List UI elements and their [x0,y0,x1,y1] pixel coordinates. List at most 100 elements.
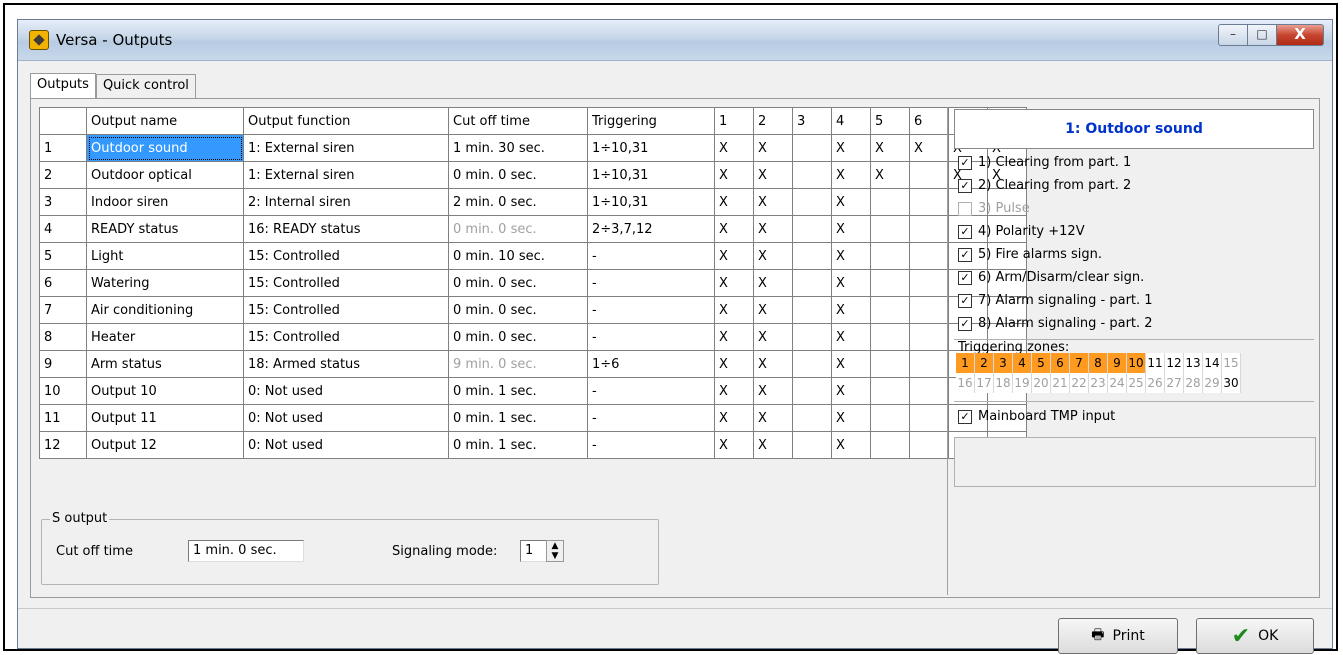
zone-cell[interactable]: 13 [1183,353,1203,373]
output-name-cell[interactable]: Output 11 [86,404,244,432]
option-checkbox[interactable]: ✓ [958,293,972,308]
output-function-cell[interactable]: 15: Controlled [243,323,449,351]
table-row[interactable]: 7 Air conditioning 15: Controlled 0 min. 0 … [39,296,1027,324]
zone-cell[interactable]: 9 [1107,353,1127,373]
option-5[interactable]: ✓ 5) Fire alarms sign. [958,247,1102,262]
zone-cell[interactable]: 6 [1050,353,1070,373]
partition-cell[interactable] [909,269,949,297]
partition-cell[interactable]: X [831,296,871,324]
partition-cell[interactable]: X [831,161,871,189]
output-function-cell[interactable]: 1: External siren [243,134,449,162]
triggering-cell[interactable]: 2÷3,7,12 [587,215,715,243]
partition-cell[interactable]: X [753,404,793,432]
row-number[interactable]: 6 [39,269,87,297]
partition-cell[interactable]: X [870,134,910,162]
cut-off-time-cell[interactable]: 0 min. 1 sec. [448,377,588,405]
partition-cell[interactable] [870,323,910,351]
row-number[interactable]: 2 [39,161,87,189]
partition-cell[interactable]: X [753,161,793,189]
partition-cell[interactable]: X [714,431,754,459]
table-row[interactable]: 9 Arm status 18: Armed status 9 min. 0 sec.… [39,350,1027,378]
option-checkbox[interactable]: ✓ [958,247,972,262]
partition-cell[interactable] [909,215,949,243]
output-function-cell[interactable]: 0: Not used [243,404,449,432]
cut-off-time-cell[interactable]: 0 min. 0 sec. [448,296,588,324]
partition-cell[interactable] [792,431,832,459]
partition-cell[interactable]: X [714,242,754,270]
partition-cell[interactable] [792,215,832,243]
partition-cell[interactable] [870,404,910,432]
cut-off-time-cell[interactable]: 0 min. 1 sec. [448,431,588,459]
row-number[interactable]: 5 [39,242,87,270]
option-1[interactable]: ✓ 1) Clearing from part. 1 [958,155,1131,170]
zone-cell[interactable]: 2 [974,353,994,373]
partition-cell[interactable]: X [753,215,793,243]
partition-cell[interactable] [870,431,910,459]
partition-cell[interactable] [792,242,832,270]
output-name-cell[interactable]: Heater [86,323,244,351]
option-8[interactable]: ✓ 8) Alarm signaling - part. 2 [958,316,1153,331]
zone-cell[interactable]: 22 [1069,373,1089,393]
partition-cell[interactable] [909,377,949,405]
output-function-cell[interactable]: 15: Controlled [243,242,449,270]
partition-cell[interactable]: X [714,269,754,297]
row-number[interactable]: 3 [39,188,87,216]
partition-cell[interactable]: X [831,188,871,216]
output-name-cell[interactable]: Air conditioning [86,296,244,324]
mainboard-tmp-option[interactable]: ✓ Mainboard TMP input [958,409,1115,424]
table-row[interactable]: 10 Output 10 0: Not used 0 min. 1 sec. - X X X [39,377,1027,405]
minimize-button[interactable]: – [1218,24,1248,46]
cut-off-time-cell[interactable]: 0 min. 10 sec. [448,242,588,270]
partition-cell[interactable]: X [831,215,871,243]
zone-cell[interactable]: 23 [1088,373,1108,393]
triggering-cell[interactable]: - [587,323,715,351]
zone-cell[interactable]: 21 [1050,373,1070,393]
option-checkbox[interactable]: ✓ [958,270,972,285]
partition-cell[interactable] [792,404,832,432]
triggering-cell[interactable]: 1÷10,31 [587,161,715,189]
table-row[interactable]: 1 Outdoor sound 1: External siren 1 min. 30… [39,134,1027,162]
zone-cell[interactable]: 5 [1031,353,1051,373]
partition-cell[interactable] [870,350,910,378]
row-number[interactable]: 4 [39,215,87,243]
cut-off-time-cell[interactable]: 0 min. 0 sec. [448,161,588,189]
zone-cell[interactable]: 27 [1164,373,1184,393]
tab-quick-control[interactable]: Quick control [95,74,196,98]
triggering-cell[interactable]: - [587,404,715,432]
table-row[interactable]: 8 Heater 15: Controlled 0 min. 0 sec. - X X X [39,323,1027,351]
triggering-cell[interactable]: 1÷6 [587,350,715,378]
partition-cell[interactable]: X [714,215,754,243]
option-checkbox[interactable]: ✓ [958,178,972,193]
zone-cell[interactable]: 24 [1107,373,1127,393]
table-row[interactable]: 12 Output 12 0: Not used 0 min. 1 sec. - X X X [39,431,1027,459]
partition-cell[interactable] [870,188,910,216]
output-function-cell[interactable]: 16: READY status [243,215,449,243]
output-name-cell[interactable]: READY status [86,215,244,243]
output-function-cell[interactable]: 0: Not used [243,377,449,405]
partition-cell[interactable]: X [831,134,871,162]
output-function-cell[interactable]: 18: Armed status [243,350,449,378]
partition-cell[interactable] [909,431,949,459]
partition-cell[interactable]: X [831,350,871,378]
zone-cell[interactable]: 1 [956,353,975,373]
zone-cell[interactable]: 10 [1126,353,1146,373]
triggering-cell[interactable]: - [587,269,715,297]
partition-cell[interactable] [792,161,832,189]
option-2[interactable]: ✓ 2) Clearing from part. 2 [958,178,1131,193]
zone-cell[interactable]: 4 [1012,353,1032,373]
option-checkbox[interactable]: ✓ [958,224,972,239]
partition-cell[interactable] [792,269,832,297]
partition-cell[interactable] [792,188,832,216]
partition-cell[interactable]: X [714,161,754,189]
partition-cell[interactable]: X [714,377,754,405]
zone-cell[interactable]: 12 [1164,353,1184,373]
partition-cell[interactable]: X [753,323,793,351]
output-name-cell[interactable]: Light [86,242,244,270]
partition-cell[interactable]: X [831,269,871,297]
zone-cell[interactable]: 17 [974,373,994,393]
partition-cell[interactable]: X [753,188,793,216]
print-button[interactable]: 🖶 Print [1058,618,1178,654]
partition-cell[interactable] [909,161,949,189]
partition-cell[interactable]: X [753,377,793,405]
row-number[interactable]: 12 [39,431,87,459]
